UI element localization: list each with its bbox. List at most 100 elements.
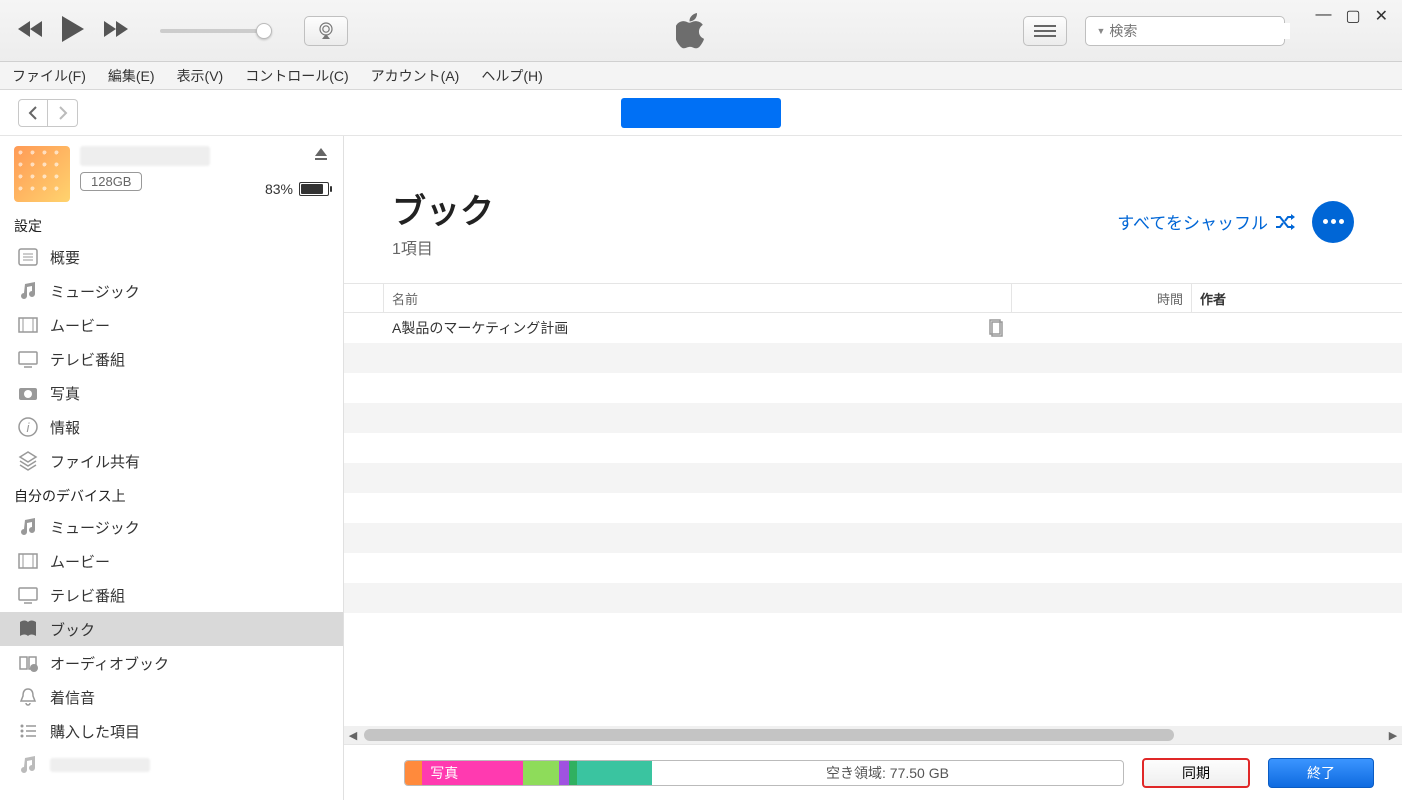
table-row[interactable]: A製品のマーケティング計画 xyxy=(344,313,1402,343)
sidebar-item-device-music[interactable]: ミュージック xyxy=(0,510,343,544)
mini-player-button[interactable] xyxy=(1023,16,1067,46)
storage-seg-audio xyxy=(405,761,422,785)
purchased-icon xyxy=(16,719,40,743)
chevron-right-icon xyxy=(58,106,68,120)
column-author[interactable]: 作者 xyxy=(1192,284,1402,312)
sidebar-item-label: 写真 xyxy=(50,383,80,404)
sidebar-item-device-unknown[interactable] xyxy=(0,748,343,782)
sync-button[interactable]: 同期 xyxy=(1142,758,1250,788)
search-box[interactable]: ▼ xyxy=(1085,16,1285,46)
menu-control[interactable]: コントロール(C) xyxy=(241,64,352,88)
table-body: A製品のマーケティング計画 xyxy=(344,313,1402,726)
sidebar-item-label: ブック xyxy=(50,619,95,640)
sidebar-item-summary[interactable]: 概要 xyxy=(0,240,343,274)
more-button[interactable] xyxy=(1312,201,1354,243)
music-icon xyxy=(16,515,40,539)
airplay-icon xyxy=(316,22,336,40)
chevron-left-icon xyxy=(28,106,38,120)
storage-seg-apps xyxy=(523,761,559,785)
sidebar-list[interactable]: 設定 概要 ミュージック ムービー テレビ番組 写真 i情報 ファイル共有 自分… xyxy=(0,208,343,800)
sidebar-item-device-tv[interactable]: テレビ番組 xyxy=(0,578,343,612)
camera-icon xyxy=(16,381,40,405)
sidebar-item-tv[interactable]: テレビ番組 xyxy=(0,342,343,376)
bell-icon xyxy=(16,685,40,709)
content-area: ブック 1項目 すべてをシャッフル 名前 時間 作者 A xyxy=(344,136,1402,800)
shuffle-label: すべてをシャッフル xyxy=(1117,209,1268,234)
book-table: 名前 時間 作者 A製品のマーケティング計画 ◀ ▶ xyxy=(344,283,1402,744)
sidebar-item-music[interactable]: ミュージック xyxy=(0,274,343,308)
volume-knob[interactable] xyxy=(256,23,272,39)
content-header: ブック 1項目 すべてをシャッフル xyxy=(344,136,1402,283)
storage-usage-bar: 写真 空き領域: 77.50 GB xyxy=(404,760,1124,786)
sidebar-item-label: ファイル共有 xyxy=(50,451,140,472)
device-header: 128GB 83% xyxy=(0,136,343,208)
sidebar-item-photos[interactable]: 写真 xyxy=(0,376,343,410)
storage-badge: 128GB xyxy=(80,172,142,191)
storage-seg-other xyxy=(577,761,652,785)
playback-controls xyxy=(8,16,358,46)
sidebar-item-label: テレビ番組 xyxy=(50,585,125,606)
sidebar-item-label: 着信音 xyxy=(50,687,95,708)
sidebar-item-label: ムービー xyxy=(50,315,110,336)
scroll-right-icon[interactable]: ▶ xyxy=(1384,729,1402,742)
device-thumbnail xyxy=(14,146,70,202)
battery-status: 83% xyxy=(265,181,329,197)
book-icon xyxy=(16,617,40,641)
menu-account[interactable]: アカウント(A) xyxy=(367,64,464,88)
storage-seg-docs xyxy=(569,761,576,785)
nav-bar xyxy=(0,90,1402,136)
search-input[interactable] xyxy=(1109,23,1290,39)
sidebar-item-info[interactable]: i情報 xyxy=(0,410,343,444)
sidebar-item-device-books[interactable]: ブック xyxy=(0,612,343,646)
sidebar-item-device-movies[interactable]: ムービー xyxy=(0,544,343,578)
back-button[interactable] xyxy=(18,99,48,127)
column-time[interactable]: 時間 xyxy=(1012,284,1192,312)
tv-icon xyxy=(16,583,40,607)
device-name-redacted xyxy=(80,146,210,166)
horizontal-scrollbar[interactable]: ◀ ▶ xyxy=(344,726,1402,744)
menu-edit[interactable]: 編集(E) xyxy=(104,64,159,88)
eject-button[interactable] xyxy=(313,146,329,165)
volume-slider[interactable] xyxy=(160,29,270,33)
table-header: 名前 時間 作者 xyxy=(344,283,1402,313)
menu-file[interactable]: ファイル(F) xyxy=(8,64,90,88)
storage-free-label: 空き領域: 77.50 GB xyxy=(652,761,1123,785)
list-icon xyxy=(1034,25,1056,37)
done-button[interactable]: 終了 xyxy=(1268,758,1374,788)
shuffle-all-link[interactable]: すべてをシャッフル xyxy=(1117,209,1296,234)
player-bar: ▼ — ▢ ✕ xyxy=(0,0,1402,62)
scrollbar-thumb[interactable] xyxy=(364,729,1174,741)
scroll-left-icon[interactable]: ◀ xyxy=(344,729,362,742)
menu-view[interactable]: 表示(V) xyxy=(173,64,228,88)
sidebar-item-label: 情報 xyxy=(50,417,80,438)
movie-icon xyxy=(16,549,40,573)
close-icon[interactable]: ✕ xyxy=(1375,6,1388,26)
sidebar: 128GB 83% 設定 概要 ミュージック ムービー テレビ番組 写真 i情報… xyxy=(0,136,344,800)
device-tab[interactable] xyxy=(621,98,781,128)
sidebar-item-device-purchased[interactable]: 購入した項目 xyxy=(0,714,343,748)
storage-seg-photos: 写真 xyxy=(422,761,523,785)
footer: 写真 空き領域: 77.50 GB 同期 終了 xyxy=(344,744,1402,800)
menu-help[interactable]: ヘルプ(H) xyxy=(477,64,546,88)
chevron-down-icon: ▼ xyxy=(1096,26,1105,36)
play-icon[interactable] xyxy=(62,16,84,45)
sidebar-item-device-ringtones[interactable]: 着信音 xyxy=(0,680,343,714)
airplay-button[interactable] xyxy=(304,16,348,46)
sidebar-item-label: ミュージック xyxy=(50,281,140,302)
sidebar-item-device-audiobooks[interactable]: オーディオブック xyxy=(0,646,343,680)
next-icon[interactable] xyxy=(102,20,128,41)
sidebar-item-label: テレビ番組 xyxy=(50,349,125,370)
maximize-icon[interactable]: ▢ xyxy=(1345,6,1360,26)
apple-logo xyxy=(358,13,1023,49)
minimize-icon[interactable]: — xyxy=(1315,6,1331,26)
forward-button[interactable] xyxy=(48,99,78,127)
storage-seg-books xyxy=(559,761,570,785)
sidebar-item-movies[interactable]: ムービー xyxy=(0,308,343,342)
sidebar-item-label: オーディオブック xyxy=(50,653,169,674)
page-title: ブック xyxy=(392,184,494,233)
sidebar-item-filesharing[interactable]: ファイル共有 xyxy=(0,444,343,478)
battery-icon xyxy=(299,182,329,196)
previous-icon[interactable] xyxy=(18,20,44,41)
column-name[interactable]: 名前 xyxy=(384,284,1012,312)
apps-icon xyxy=(16,449,40,473)
